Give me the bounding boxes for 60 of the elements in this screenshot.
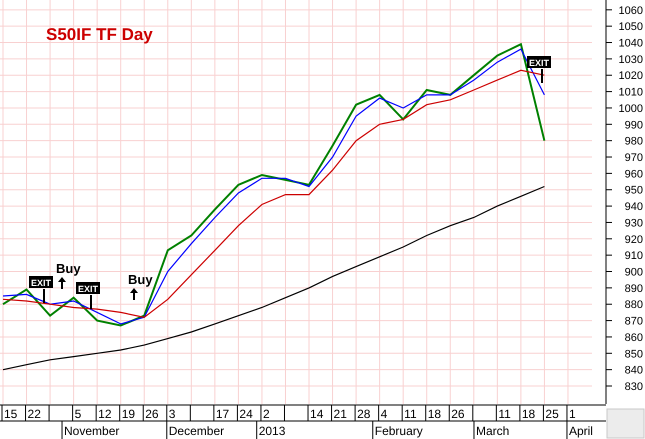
axis-tick-label: 860 (624, 332, 643, 344)
axis-tick-label: 960 (624, 168, 643, 180)
annotation: EXIT (78, 284, 98, 294)
axis-tick-label: 970 (624, 152, 643, 164)
axis-tick-label: 11 (404, 407, 417, 421)
annotation: EXIT (528, 58, 550, 68)
axis-tick-label: 4 (380, 407, 388, 421)
axis-tick-label: 980 (624, 136, 643, 148)
month-label: February (374, 424, 423, 438)
buy-label: Buy (56, 261, 81, 276)
axis-tick-label: 940 (624, 201, 643, 214)
axis-tick-label: 11 (498, 407, 511, 421)
axis-tick-label: 5 (74, 407, 82, 421)
axis-tick-label: 910 (624, 250, 643, 262)
axis-tick-label: 830 (624, 381, 643, 393)
axis-tick-label: 890 (624, 282, 643, 295)
axis-tick-label: 26 (451, 407, 465, 421)
corner-panel (606, 408, 644, 438)
axis-tick-label: 24 (239, 407, 253, 421)
axis-tick-label: 930 (624, 217, 643, 230)
axis-tick-label: 15 (4, 407, 18, 421)
axis-tick-label: 18 (522, 407, 536, 421)
axis-tick-label: 840 (624, 364, 643, 377)
chart-title: S50IF TF Day (46, 25, 153, 44)
axis-tick-label: 1020 (618, 70, 643, 82)
axis-tick-label: 950 (624, 184, 643, 197)
month-label: March (476, 424, 510, 438)
axis-tick-label: 19 (122, 407, 136, 421)
axis-tick-label: 28 (357, 407, 370, 421)
axis-tick-label: 1 (568, 407, 576, 421)
month-label: November (64, 424, 120, 438)
axis-tick-label: 1060 (618, 4, 643, 17)
axis-tick-label: 1040 (618, 38, 643, 50)
month-label: 2013 (258, 424, 286, 438)
axis-tick-label: 1030 (618, 54, 643, 66)
month-label: April (568, 424, 593, 438)
axis-tick-label: 21 (334, 407, 347, 421)
axis-tick-label: 25 (545, 407, 559, 421)
axis-tick-label: 900 (624, 266, 643, 279)
axis-tick-label: 1000 (618, 102, 643, 115)
axis-tick-label: 26 (145, 407, 159, 421)
axis-tick-label: 1050 (618, 21, 643, 34)
axis-tick-label: 18 (428, 407, 442, 421)
axis-tick-label: 3 (168, 407, 176, 421)
up-arrow-icon (130, 288, 138, 300)
month-label: December (168, 424, 224, 438)
up-arrow-icon (58, 277, 66, 289)
axis-tick-label: 1010 (618, 86, 643, 99)
annotation: EXIT (30, 278, 52, 288)
axis-tick-label: 990 (624, 119, 643, 132)
axis-tick-label: 850 (624, 348, 643, 360)
axis-tick-label: 22 (28, 407, 41, 421)
buy-label: Buy (128, 272, 153, 287)
axis-tick-label: 12 (98, 407, 112, 421)
axis-tick-label: 14 (310, 407, 324, 421)
axis-tick-label: 2 (262, 407, 270, 421)
axis-tick-label: 17 (216, 407, 230, 421)
axis-tick-label: 920 (624, 234, 643, 246)
axis-tick-label: 870 (624, 316, 643, 328)
axis-tick-label: 880 (624, 299, 643, 312)
